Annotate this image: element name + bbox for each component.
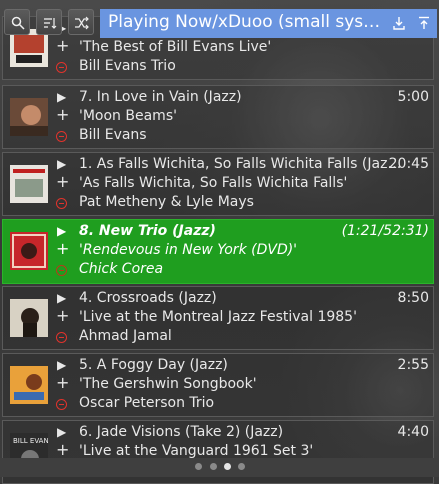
list-item-current[interactable]: ▶ 8. New Trio (Jazz) (1:21/52:31) + 'Ren…	[2, 219, 434, 284]
page-dot[interactable]	[195, 463, 202, 470]
track-album: 'The Gershwin Songbook'	[79, 376, 257, 392]
play-icon[interactable]: ▶	[57, 425, 66, 439]
remove-icon[interactable]	[56, 265, 67, 276]
track-album: 'Rendevous in New York (DVD)'	[79, 242, 298, 258]
page-dot-active[interactable]	[224, 463, 231, 470]
track-duration: (1:21/52:31)	[341, 223, 429, 239]
playlist-title[interactable]: Playing Now/xDuoo (small sys…	[100, 9, 437, 38]
play-icon[interactable]: ▶	[57, 224, 66, 238]
page-indicator	[0, 458, 439, 477]
add-icon[interactable]: +	[56, 172, 69, 191]
album-art	[10, 165, 48, 203]
track-duration: 2:55	[397, 357, 429, 373]
play-icon[interactable]: ▶	[57, 358, 66, 372]
page-dot[interactable]	[210, 463, 217, 470]
add-icon[interactable]: +	[56, 239, 69, 258]
add-icon[interactable]: +	[56, 440, 69, 459]
track-title: 1. As Falls Wichita, So Falls Wichita Fa…	[79, 156, 402, 172]
album-art-text: BILL EVANS	[13, 437, 48, 445]
shuffle-icon	[75, 16, 89, 30]
play-icon[interactable]: ▶	[57, 157, 66, 171]
search-button[interactable]	[4, 9, 30, 35]
list-item[interactable]: ▶ 5. A Foggy Day (Jazz) 2:55 + 'The Gers…	[2, 353, 434, 417]
track-artist: Chick Corea	[79, 261, 164, 277]
list-item[interactable]: ▶ 1. As Falls Wichita, So Falls Wichita …	[2, 152, 434, 216]
title-text: Playing Now/xDuoo (small sys…	[108, 12, 381, 32]
track-duration: 4:40	[397, 424, 429, 440]
download-icon[interactable]	[392, 16, 406, 30]
track-artist: Ahmad Jamal	[79, 328, 172, 344]
play-icon[interactable]: ▶	[57, 90, 66, 104]
list-item[interactable]: ▶ 4. Crossroads (Jazz) 8:50 + 'Live at t…	[2, 286, 434, 350]
toolbar: Playing Now/xDuoo (small sys…	[0, 0, 439, 44]
album-art	[10, 299, 48, 337]
track-artist: Bill Evans	[79, 127, 147, 143]
album-art	[10, 366, 48, 404]
play-icon[interactable]: ▶	[57, 291, 66, 305]
add-icon[interactable]: +	[56, 105, 69, 124]
upload-icon[interactable]	[417, 16, 431, 30]
remove-icon[interactable]	[56, 198, 67, 209]
track-duration: 20:45	[388, 156, 429, 172]
add-icon[interactable]: +	[56, 373, 69, 392]
list-item[interactable]: ▶ 7. In Love in Vain (Jazz) 5:00 + 'Moon…	[2, 85, 434, 149]
album-art	[10, 232, 48, 270]
track-title: 6. Jade Visions (Take 2) (Jazz)	[79, 424, 284, 440]
track-title: 7. In Love in Vain (Jazz)	[79, 89, 242, 105]
page-dot[interactable]	[238, 463, 245, 470]
track-album: 'Live at the Vanguard 1961 Set 3'	[79, 443, 314, 459]
sort-button[interactable]	[36, 9, 62, 35]
sort-icon	[44, 18, 57, 29]
album-art	[10, 98, 48, 136]
remove-icon[interactable]	[56, 62, 67, 73]
add-icon[interactable]: +	[56, 306, 69, 325]
remove-icon[interactable]	[56, 332, 67, 343]
remove-icon[interactable]	[56, 399, 67, 410]
track-artist: Oscar Peterson Trio	[79, 395, 215, 411]
track-artist: Bill Evans Trio	[79, 58, 176, 74]
track-duration: 5:00	[397, 89, 429, 105]
track-artist: Pat Metheny & Lyle Mays	[79, 194, 254, 210]
track-duration: 8:50	[397, 290, 429, 306]
track-title: 5. A Foggy Day (Jazz)	[79, 357, 228, 373]
track-title: 4. Crossroads (Jazz)	[79, 290, 217, 306]
track-album: 'Live at the Montreal Jazz Festival 1985…	[79, 309, 357, 325]
shuffle-button[interactable]	[68, 9, 94, 35]
track-album: 'Moon Beams'	[79, 108, 177, 124]
track-album: 'As Falls Wichita, So Falls Wichita Fall…	[79, 175, 348, 191]
track-title: 8. New Trio (Jazz)	[79, 223, 216, 239]
search-icon	[11, 16, 25, 30]
remove-icon[interactable]	[56, 131, 67, 142]
